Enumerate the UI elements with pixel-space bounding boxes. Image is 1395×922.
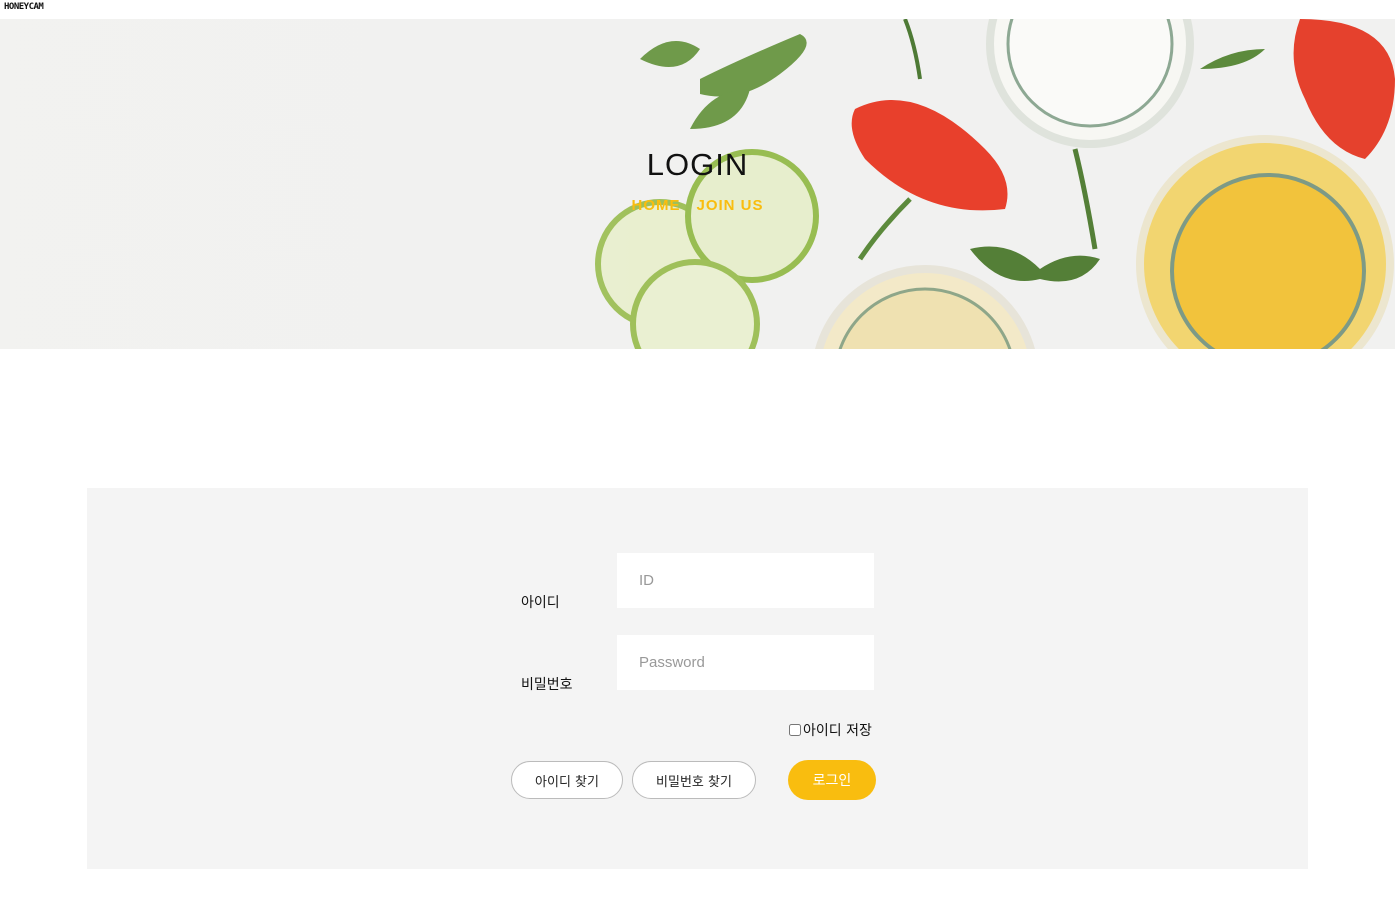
- breadcrumb-join-us[interactable]: JOIN US: [696, 197, 763, 214]
- remember-id-label: 아이디 저장: [803, 723, 872, 739]
- watermark: HONEYCAM: [4, 2, 44, 12]
- id-label: 아이디: [521, 595, 560, 611]
- password-label: 비밀번호: [521, 677, 573, 693]
- id-input[interactable]: [617, 553, 874, 608]
- hero-food-image: [0, 19, 1395, 349]
- remember-id[interactable]: 아이디 저장: [789, 720, 872, 740]
- find-id-button[interactable]: 아이디 찾기: [511, 761, 623, 799]
- breadcrumb-home[interactable]: HOME: [631, 197, 680, 214]
- login-button[interactable]: 로그인: [788, 760, 876, 800]
- top-strip: [0, 0, 1395, 19]
- remember-id-checkbox[interactable]: [789, 724, 801, 736]
- hero-banner: LOGIN HOME JOIN US: [0, 19, 1395, 349]
- find-password-button[interactable]: 비밀번호 찾기: [632, 761, 756, 799]
- page-title: LOGIN: [646, 147, 749, 182]
- breadcrumb: HOME JOIN US: [0, 197, 1395, 214]
- password-input[interactable]: [617, 635, 874, 690]
